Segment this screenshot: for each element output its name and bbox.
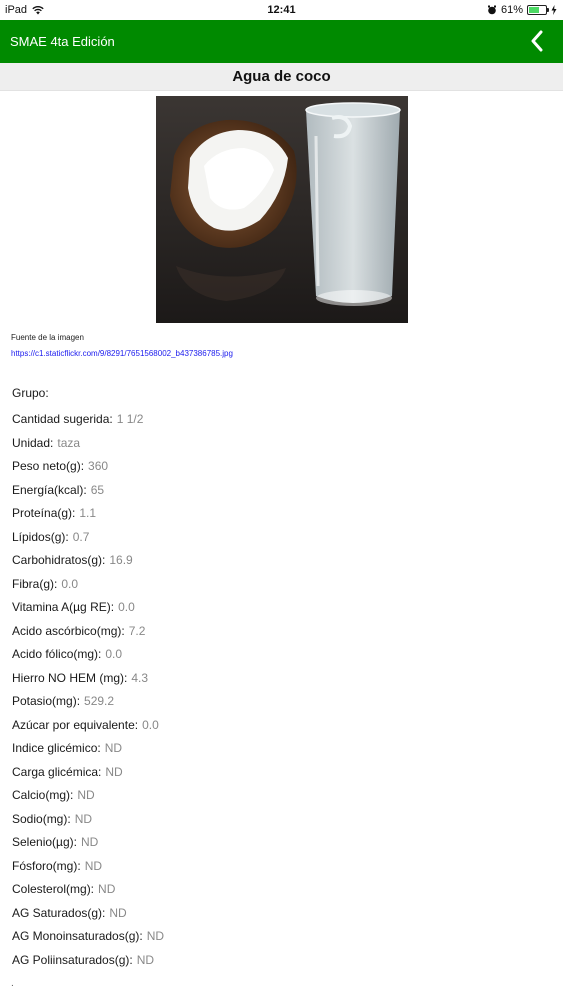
- nutrient-label: Vitamina A(µg RE):: [12, 600, 115, 614]
- nutrient-row: Fibra(g): 0.0: [12, 577, 552, 601]
- nutrient-label: Colesterol(mg):: [12, 882, 95, 896]
- alarm-icon: [487, 5, 496, 15]
- nutrient-value: ND: [77, 788, 95, 802]
- nutrient-row: AG Monoinsaturados(g): ND: [12, 929, 552, 953]
- nutrient-value: ND: [74, 811, 93, 826]
- nutrient-value: ND: [104, 741, 123, 755]
- back-button[interactable]: [525, 28, 549, 54]
- nutrient-row: Proteína(g): 1.1: [12, 506, 552, 530]
- nutrient-label: Energía(kcal):: [12, 482, 87, 497]
- nutrient-value: ND: [136, 952, 155, 967]
- nutrient-value: 0.7: [72, 529, 90, 544]
- nutrient-row: Colesterol(mg): ND: [12, 882, 552, 906]
- nutrient-label: Selenio(µg):: [12, 835, 77, 849]
- nutrient-row: Peso neto(g): 360: [12, 459, 552, 483]
- nutrient-value: 4.3: [131, 670, 149, 685]
- nutrient-label: Grupo:: [12, 386, 49, 400]
- nutrient-list: Grupo: Cantidad sugerida: 1 1/2 Unidad: taza…: [12, 386, 552, 976]
- nutrient-value: taza: [57, 435, 81, 450]
- nutrient-value: 0.0: [105, 647, 123, 661]
- nutrient-row: Unidad: taza: [12, 436, 552, 460]
- nutrient-label: Proteína(g):: [12, 506, 76, 520]
- nutrient-row: AG Saturados(g): ND: [12, 906, 552, 930]
- status-right: 61%: [487, 4, 557, 16]
- nutrient-row: Calcio(mg): ND: [12, 788, 552, 812]
- nutrient-value: 1 1/2: [116, 412, 144, 426]
- nutrient-label: Potasio(mg):: [12, 694, 81, 708]
- app-bar: SMAE 4ta Edición: [0, 20, 563, 63]
- nutrient-value: 0.0: [118, 600, 135, 614]
- nutrient-row: Azúcar por equivalente: 0.0: [12, 718, 552, 742]
- battery-icon: [527, 5, 549, 15]
- nutrient-row: Indice glicémico: ND: [12, 741, 552, 765]
- nutrient-label: Calcio(mg):: [12, 788, 74, 802]
- nutrient-value: 16.9: [109, 553, 133, 567]
- nutrient-value: 65: [90, 482, 105, 497]
- nutrient-row: Acido fólico(mg): 0.0: [12, 647, 552, 671]
- nutrient-label: Azúcar por equivalente:: [12, 717, 139, 732]
- nutrient-value: ND: [98, 882, 116, 896]
- nutrient-label: Cantidad sugerida:: [12, 412, 113, 426]
- nutrient-row: Grupo:: [12, 386, 552, 412]
- charging-icon: [551, 5, 557, 15]
- nutrient-value: ND: [146, 929, 165, 943]
- status-bar: iPad 12:41 61%: [0, 0, 563, 20]
- nutrient-row: Lípidos(g): 0.7: [12, 530, 552, 554]
- nutrient-value: 7.2: [128, 623, 146, 638]
- food-image: [156, 96, 408, 323]
- food-title: Agua de coco: [0, 63, 563, 91]
- coconut-water-photo: [156, 96, 408, 323]
- nutrient-row: Sodio(mg): ND: [12, 812, 552, 836]
- nutrient-label: Acido ascórbico(mg):: [12, 623, 125, 638]
- nutrient-value: ND: [105, 764, 123, 779]
- nutrient-label: Lípidos(g):: [12, 529, 69, 544]
- nutrient-value: 0.0: [61, 576, 79, 591]
- nutrient-value: ND: [84, 858, 103, 873]
- nutrient-label: Indice glicémico:: [12, 741, 101, 755]
- nutrient-value: ND: [80, 835, 99, 849]
- nutrient-row: AG Poliinsaturados(g): ND: [12, 953, 552, 977]
- nutrient-label: Carga glicémica:: [12, 764, 102, 779]
- list-end-marker: .: [11, 978, 14, 989]
- nutrient-label: Fibra(g):: [12, 576, 58, 591]
- nutrient-label: Acido fólico(mg):: [12, 647, 102, 661]
- nutrient-label: AG Poliinsaturados(g):: [12, 952, 133, 967]
- nutrient-row: Fósforo(mg): ND: [12, 859, 552, 883]
- nutrient-row: Cantidad sugerida: 1 1/2: [12, 412, 552, 436]
- nutrient-row: Carga glicémica: ND: [12, 765, 552, 789]
- nutrient-value: 1.1: [79, 506, 97, 520]
- app-title: SMAE 4ta Edición: [10, 34, 115, 49]
- nutrient-value: 360: [88, 459, 109, 473]
- battery-fill: [529, 7, 539, 13]
- nutrient-row: Energía(kcal): 65: [12, 483, 552, 507]
- battery-percent: 61%: [500, 4, 523, 16]
- nutrient-label: Hierro NO HEM (mg):: [12, 670, 128, 685]
- nutrient-row: Carbohidratos(g): 16.9: [12, 553, 552, 577]
- chevron-left-icon: [531, 30, 543, 52]
- nutrient-label: Carbohidratos(g):: [12, 553, 106, 567]
- nutrient-label: Sodio(mg):: [12, 811, 71, 826]
- nutrient-row: Vitamina A(µg RE): 0.0: [12, 600, 552, 624]
- nutrient-value: 529.2: [84, 694, 115, 708]
- nutrient-row: Selenio(µg): ND: [12, 835, 552, 859]
- nutrient-row: Acido ascórbico(mg): 7.2: [12, 624, 552, 648]
- status-time: 12:41: [267, 4, 296, 16]
- nutrient-label: AG Saturados(g):: [12, 905, 106, 920]
- nutrient-label: Fósforo(mg):: [12, 858, 81, 873]
- nutrient-row: Potasio(mg): 529.2: [12, 694, 552, 718]
- nutrient-label: Peso neto(g):: [12, 459, 85, 473]
- nutrient-label: AG Monoinsaturados(g):: [12, 929, 143, 943]
- nutrient-value: 0.0: [142, 717, 159, 732]
- image-source-link[interactable]: https://c1.staticflickr.com/9/8291/76515…: [11, 349, 233, 358]
- image-source-label: Fuente de la imagen: [11, 333, 84, 342]
- nutrient-row: Hierro NO HEM (mg): 4.3: [12, 671, 552, 695]
- nutrient-value: ND: [109, 905, 127, 920]
- nutrient-label: Unidad:: [12, 435, 54, 450]
